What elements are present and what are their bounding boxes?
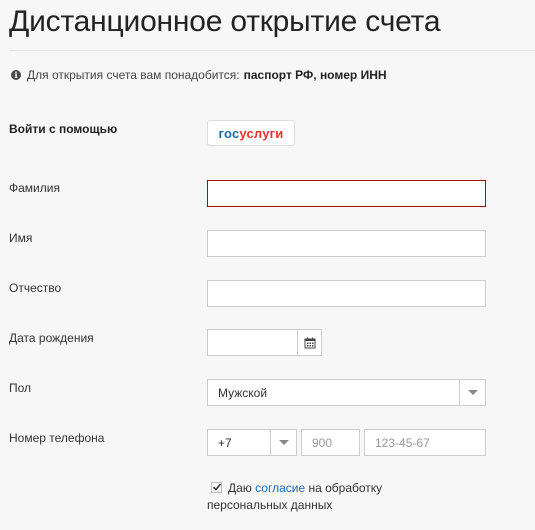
info-text: Для открытия счета вам понадобится: [27,68,240,82]
chevron-down-icon [278,440,289,445]
phone-label: Номер телефона [9,431,105,445]
surname-label: Фамилия [9,181,60,195]
surname-input[interactable] [207,180,486,207]
consent-text-line2: персональных данных [207,498,333,512]
info-icon: i [11,70,21,80]
checkmark-icon [212,483,222,491]
gender-selected-value: Мужской [218,385,268,400]
gosuslugi-logo-part2: услуги [239,125,284,141]
chevron-down-icon [467,390,478,395]
consent-text-after: на обработку [308,481,383,495]
consent-link[interactable]: согласие [255,481,305,495]
patronymic-label: Отчество [9,281,62,295]
country-code-select[interactable]: +7 [207,429,297,456]
birthdate-picker [207,329,322,356]
page-title: Дистанционное открытие счета [9,5,441,38]
login-with-label: Войти с помощью [9,122,118,136]
consent-checkbox[interactable] [211,482,222,493]
account-opening-page: Дистанционное открытие счета i Для откры… [0,0,535,530]
calendar-icon [304,337,315,348]
gosuslugi-login-button[interactable]: гос услуги [207,120,295,146]
gender-label: Пол [9,381,32,395]
consent-text-before: Даю [228,481,252,495]
gender-dropdown-toggle[interactable] [459,380,485,405]
title-divider [9,50,535,51]
phone-number-input[interactable] [364,429,486,456]
country-code-value: +7 [218,435,232,450]
gender-select[interactable]: Мужской [207,379,486,406]
patronymic-input[interactable] [207,280,486,307]
name-input[interactable] [207,230,486,257]
gosuslugi-logo-part1: гос [218,125,240,141]
phone-area-code-input[interactable] [301,429,360,456]
birthdate-input[interactable] [207,329,297,356]
consent-block: Даю согласие на обработку персональных д… [207,480,411,514]
birthdate-label: Дата рождения [9,331,94,345]
info-required-docs: паспорт РФ, номер ИНН [243,68,387,82]
info-notice: i Для открытия счета вам понадобится: па… [11,68,387,82]
country-code-dropdown-toggle[interactable] [270,430,296,455]
calendar-button[interactable] [297,329,322,356]
name-label: Имя [9,231,33,245]
